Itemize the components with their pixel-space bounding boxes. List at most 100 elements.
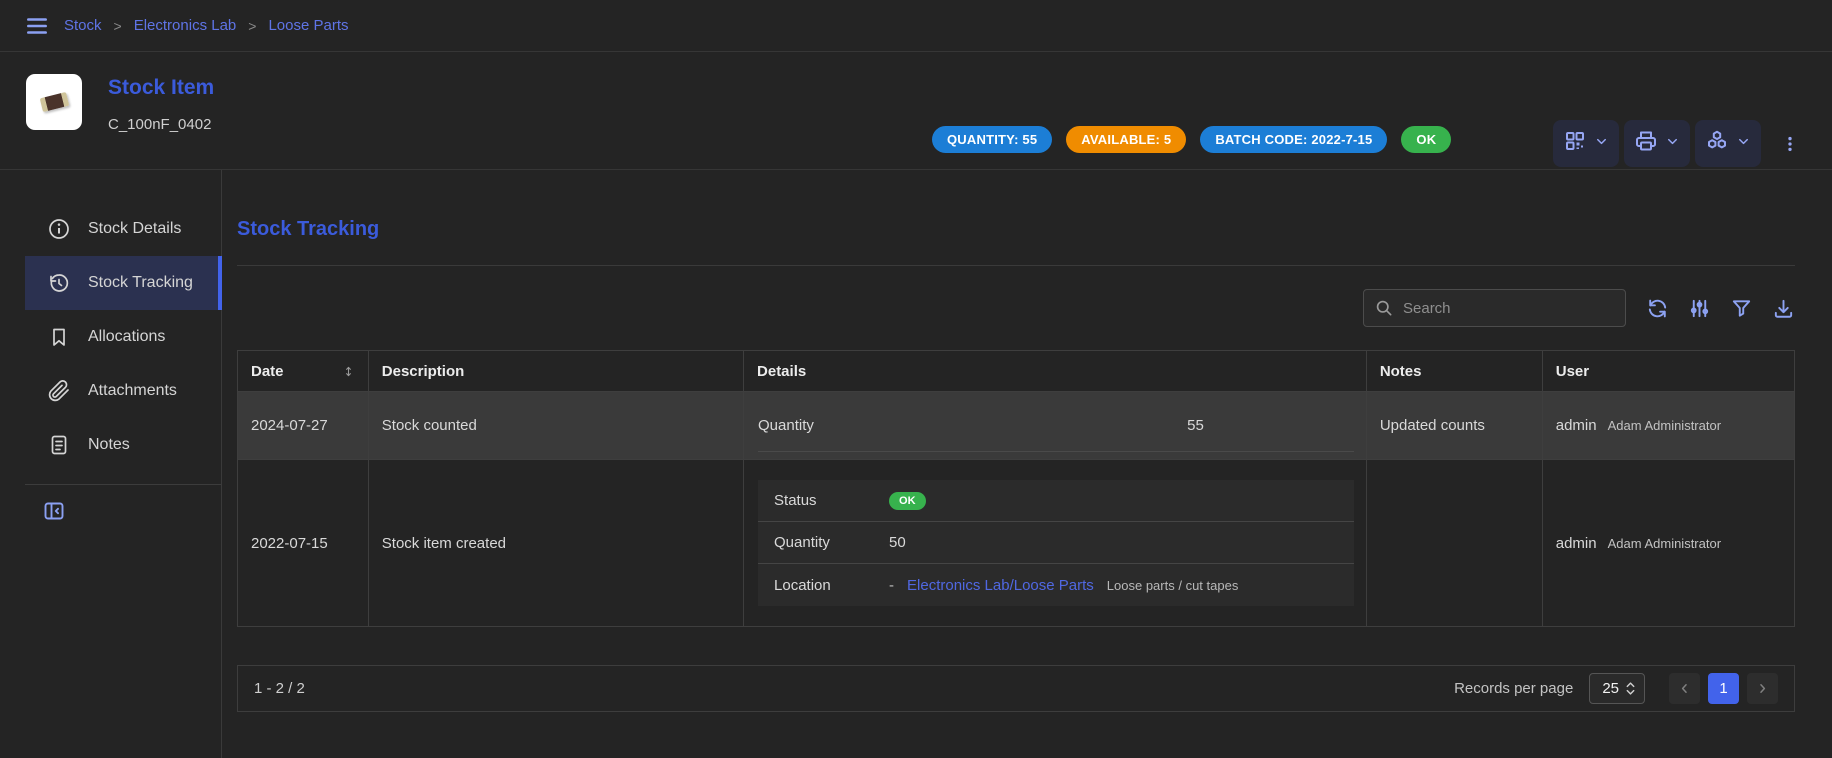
breadcrumb-electronics-lab[interactable]: Electronics Lab: [134, 17, 237, 34]
sidebar-item-stock-tracking[interactable]: Stock Tracking: [25, 256, 222, 310]
part-name: C_100nF_0402: [108, 116, 214, 133]
table-header-row: Date Description Details Notes User: [238, 351, 1795, 392]
barcode-actions-button[interactable]: [1553, 120, 1619, 167]
detail-label: Quantity: [758, 417, 814, 434]
packages-icon: [1705, 129, 1729, 158]
column-header-user: User: [1542, 351, 1794, 392]
sidebar-item-stock-details[interactable]: Stock Details: [25, 202, 221, 256]
available-badge: AVAILABLE: 5: [1066, 126, 1186, 153]
download-icon[interactable]: [1772, 297, 1795, 320]
breadcrumb-separator: >: [248, 18, 256, 34]
breadcrumb-stock[interactable]: Stock: [64, 17, 102, 34]
refresh-icon[interactable]: [1646, 297, 1669, 320]
stock-tracking-table: Date Description Details Notes User 20: [237, 350, 1795, 627]
batch-code-badge: BATCH CODE: 2022-7-15: [1200, 126, 1387, 153]
username: admin: [1556, 417, 1597, 434]
paperclip-icon: [47, 379, 71, 403]
description-cell: Stock item created: [368, 460, 743, 627]
bookmark-icon: [47, 325, 71, 349]
record-range-label: 1 - 2 / 2: [254, 680, 305, 697]
previous-page-button[interactable]: [1669, 673, 1700, 704]
date-cell: 2022-07-15: [238, 460, 369, 627]
info-circle-icon: [47, 217, 71, 241]
qr-code-icon: [1563, 129, 1587, 158]
notes-icon: [47, 433, 71, 457]
user-cell: admin Adam Administrator: [1542, 392, 1794, 460]
more-options-menu-icon[interactable]: [1772, 128, 1808, 160]
column-header-details: Details: [744, 351, 1367, 392]
top-navigation-bar: Stock > Electronics Lab > Loose Parts: [0, 0, 1832, 52]
chevron-down-icon: [1594, 134, 1609, 154]
detail-row-quantity: Quantity 50: [758, 522, 1354, 564]
sidebar-item-label: Allocations: [88, 328, 165, 346]
details-cell: Status OK Quantity 50 Location -: [744, 460, 1367, 627]
user-fullname: Adam Administrator: [1608, 418, 1721, 433]
filter-icon[interactable]: [1730, 297, 1753, 320]
sidebar-item-attachments[interactable]: Attachments: [25, 364, 221, 418]
header-action-buttons: [1553, 120, 1808, 167]
sidebar-collapse-icon[interactable]: [42, 499, 66, 523]
history-icon: [47, 271, 71, 295]
part-thumbnail[interactable]: [26, 74, 82, 130]
detail-label: Quantity: [774, 534, 889, 551]
stock-operations-button[interactable]: [1695, 120, 1761, 167]
sidebar-divider: [25, 484, 221, 485]
column-header-notes: Notes: [1366, 351, 1542, 392]
detail-value: 50: [889, 534, 906, 551]
status-badges: QUANTITY: 55 AVAILABLE: 5 BATCH CODE: 20…: [932, 126, 1451, 153]
breadcrumb-loose-parts[interactable]: Loose Parts: [268, 17, 348, 34]
notes-cell: Updated counts: [1366, 392, 1542, 460]
breadcrumb: Stock > Electronics Lab > Loose Parts: [64, 17, 349, 34]
detail-value: 55: [814, 417, 1354, 434]
search-input[interactable]: [1403, 300, 1615, 317]
detail-row-location: Location - Electronics Lab/Loose Parts L…: [758, 564, 1354, 606]
table-toolbar: [237, 289, 1795, 327]
sidebar-item-label: Stock Details: [88, 220, 181, 238]
panel-divider: [237, 265, 1795, 266]
search-icon: [1374, 298, 1394, 318]
notes-cell: [1366, 460, 1542, 627]
adjustments-icon[interactable]: [1688, 297, 1711, 320]
table-footer: 1 - 2 / 2 Records per page 25 1: [237, 665, 1795, 712]
pagination: 1: [1669, 673, 1778, 704]
quantity-badge: QUANTITY: 55: [932, 126, 1052, 153]
sidebar-item-label: Notes: [88, 436, 130, 454]
chevron-down-icon: [1736, 134, 1751, 154]
detail-label: Status: [774, 492, 889, 509]
sidebar-item-allocations[interactable]: Allocations: [25, 310, 221, 364]
location-description: Loose parts / cut tapes: [1107, 578, 1239, 593]
search-box[interactable]: [1363, 289, 1626, 327]
user-fullname: Adam Administrator: [1608, 536, 1721, 551]
stock-item-sidebar: Stock Details Stock Tracking Allocations…: [0, 170, 222, 758]
print-actions-button[interactable]: [1624, 120, 1690, 167]
page-1-button[interactable]: 1: [1708, 673, 1739, 704]
sidebar-item-label: Stock Tracking: [88, 274, 193, 292]
location-link[interactable]: Electronics Lab/Loose Parts: [907, 577, 1094, 594]
breadcrumb-separator: >: [114, 18, 122, 34]
page-title: Stock Item: [108, 76, 214, 100]
hamburger-menu-icon[interactable]: [24, 13, 50, 39]
select-stepper-icon: [1625, 681, 1636, 696]
table-row-stock-counted[interactable]: 2024-07-27 Stock counted Quantity 55 Upd…: [238, 392, 1795, 460]
next-page-button[interactable]: [1747, 673, 1778, 704]
user-cell: admin Adam Administrator: [1542, 460, 1794, 627]
sort-icon[interactable]: [342, 364, 355, 379]
location-dash: -: [889, 577, 894, 594]
sidebar-item-notes[interactable]: Notes: [25, 418, 221, 472]
column-header-description[interactable]: Description: [368, 351, 743, 392]
records-per-page-select[interactable]: 25: [1589, 673, 1645, 704]
panel-title: Stock Tracking: [237, 218, 1795, 241]
ok-status-badge: OK: [1401, 126, 1451, 153]
date-cell: 2024-07-27: [238, 392, 369, 460]
stock-item-header: Stock Item C_100nF_0402 QUANTITY: 55 AVA…: [0, 52, 1832, 170]
stock-tracking-panel: Stock Tracking: [222, 170, 1832, 758]
chevron-down-icon: [1665, 134, 1680, 154]
username: admin: [1556, 535, 1597, 552]
detail-label: Location: [774, 577, 889, 594]
detail-row-status: Status OK: [758, 480, 1354, 522]
capacitor-image: [40, 92, 70, 112]
description-cell: Stock counted: [368, 392, 743, 460]
column-header-date[interactable]: Date: [238, 351, 369, 392]
table-row-stock-item-created[interactable]: 2022-07-15 Stock item created Status OK …: [238, 460, 1795, 627]
ok-status-badge: OK: [889, 492, 926, 510]
